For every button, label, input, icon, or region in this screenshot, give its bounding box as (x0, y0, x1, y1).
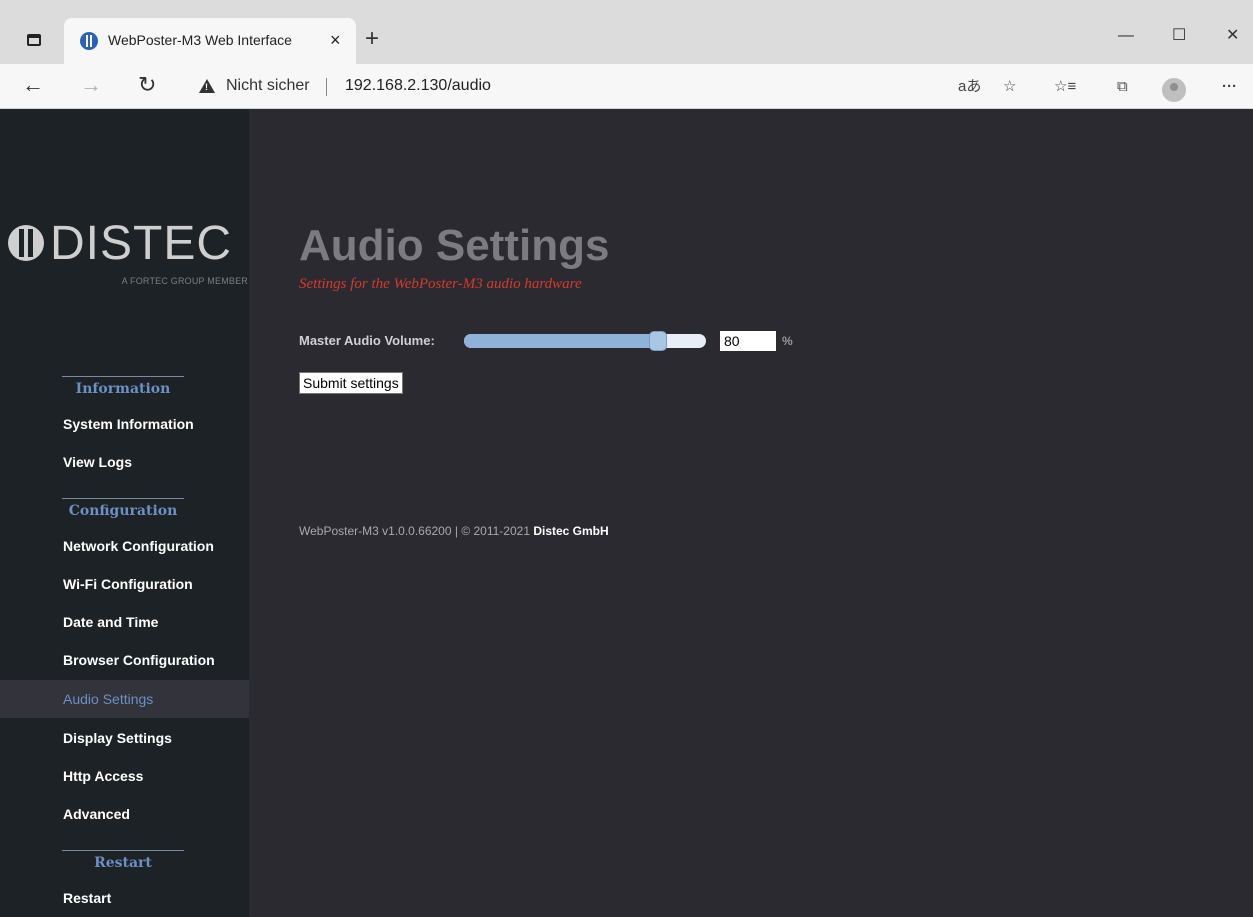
submit-settings-button[interactable]: Submit settings (299, 372, 403, 394)
forward-icon[interactable]: → (80, 71, 102, 99)
section-configuration: Configuration (62, 498, 184, 519)
browser-tab-bar: WebPoster-M3 Web Interface × + — ☐ ✕ (0, 0, 1253, 64)
page-title: Audio Settings (299, 221, 610, 270)
browser-tab[interactable]: WebPoster-M3 Web Interface × (64, 18, 356, 64)
sidebar-item-view-logs[interactable]: View Logs (0, 443, 249, 481)
sidebar-item-restart[interactable]: Restart (0, 879, 249, 917)
back-icon[interactable]: ← (22, 71, 44, 99)
sidebar-item-display-settings[interactable]: Display Settings (0, 719, 249, 757)
slider-fill (464, 334, 658, 348)
close-window-button[interactable]: ✕ (1226, 26, 1239, 46)
url-text[interactable]: 192.168.2.130/audio (345, 77, 491, 95)
logo-text: DISTEC (50, 217, 233, 270)
tab-title: WebPoster-M3 Web Interface (108, 32, 292, 48)
master-volume-input[interactable] (720, 331, 776, 351)
percent-unit: % (782, 334, 793, 348)
profile-avatar[interactable] (1162, 78, 1186, 102)
url-field[interactable]: ! Nicht sicher 192.168.2.130/audio (183, 70, 943, 102)
section-information: Information (62, 376, 184, 397)
add-favorite-icon[interactable]: ☆ (1003, 78, 1016, 96)
sidebar-item-system-information[interactable]: System Information (0, 405, 249, 443)
tab-actions-icon[interactable] (27, 34, 41, 46)
section-restart: Restart (62, 850, 184, 871)
sidebar-item-audio-settings[interactable]: Audio Settings (0, 680, 249, 718)
sidebar-item-wifi-configuration[interactable]: Wi-Fi Configuration (0, 565, 249, 603)
sidebar-item-date-and-time[interactable]: Date and Time (0, 603, 249, 641)
page-subtitle: Settings for the WebPoster-M3 audio hard… (299, 276, 582, 292)
logo-subtitle: A FORTEC GROUP MEMBER (121, 276, 248, 286)
address-bar: ← → ↻ ! Nicht sicher 192.168.2.130/audio… (0, 64, 1253, 109)
sidebar-item-advanced[interactable]: Advanced (0, 795, 249, 833)
footer-version: WebPoster-M3 v1.0.0.66200 | © 2011-2021 (299, 524, 534, 538)
slider-thumb[interactable] (649, 331, 667, 351)
not-secure-label[interactable]: Nicht sicher (226, 77, 310, 95)
sidebar: DISTEC A FORTEC GROUP MEMBER Information… (0, 109, 249, 917)
more-icon[interactable]: ··· (1222, 78, 1237, 96)
tab-close-icon[interactable]: × (330, 28, 341, 52)
site-favicon-icon (80, 32, 98, 50)
footer-company: Distec GmbH (533, 524, 609, 538)
sidebar-item-network-configuration[interactable]: Network Configuration (0, 527, 249, 565)
new-tab-button[interactable]: + (365, 25, 379, 53)
footer: WebPoster-M3 v1.0.0.66200 | © 2011-2021 … (299, 524, 609, 538)
collections-icon[interactable]: ⧉ (1117, 78, 1128, 96)
url-separator (326, 78, 327, 96)
sidebar-item-http-access[interactable]: Http Access (0, 757, 249, 795)
distec-logo: DISTEC A FORTEC GROUP MEMBER (8, 219, 248, 299)
sidebar-item-browser-configuration[interactable]: Browser Configuration (0, 641, 249, 679)
master-volume-slider[interactable] (464, 331, 706, 351)
distec-logo-icon (8, 225, 44, 261)
minimize-button[interactable]: — (1118, 26, 1134, 46)
favorites-icon[interactable]: ☆≡ (1054, 78, 1076, 96)
master-volume-label: Master Audio Volume: (299, 333, 435, 348)
maximize-button[interactable]: ☐ (1172, 26, 1186, 46)
refresh-icon[interactable]: ↻ (138, 71, 156, 99)
read-aloud-icon[interactable]: aあ (958, 78, 981, 96)
